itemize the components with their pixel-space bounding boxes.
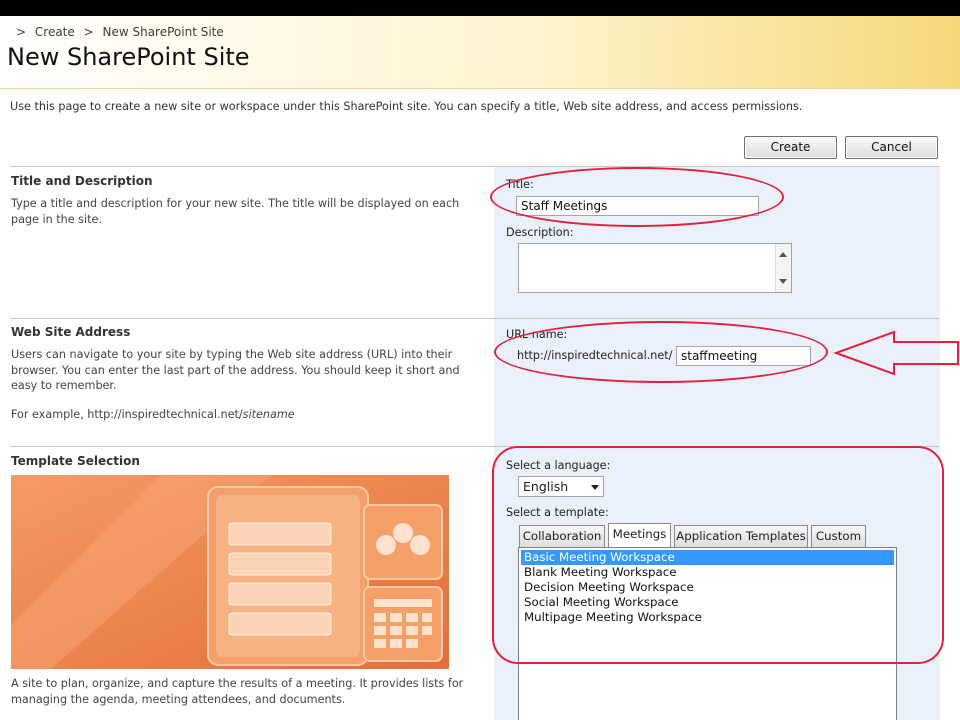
description-textarea[interactable] [518, 243, 792, 293]
list-item[interactable]: Multipage Meeting Workspace [521, 610, 894, 625]
page-intro: Use this page to create a new site or wo… [10, 100, 803, 113]
url-name-label: URL name: [506, 328, 568, 341]
language-select[interactable]: English [518, 476, 604, 497]
breadcrumb-separator: > [16, 25, 27, 39]
section-divider [10, 166, 940, 167]
annotation-arrow-icon [833, 330, 959, 376]
scroll-down-icon[interactable] [779, 279, 787, 284]
breadcrumb-create-link[interactable]: Create [35, 25, 75, 39]
breadcrumb-separator: > [83, 25, 94, 39]
tab-application-templates[interactable]: Application Templates [674, 525, 808, 547]
list-item[interactable]: Basic Meeting Workspace [521, 550, 894, 565]
cancel-button[interactable]: Cancel [845, 136, 938, 159]
list-item[interactable]: Decision Meeting Workspace [521, 580, 894, 595]
title-section-heading: Title and Description [11, 174, 153, 188]
tab-collaboration[interactable]: Collaboration [519, 525, 605, 547]
address-example-sitename: sitename [242, 408, 295, 421]
breadcrumb: > Create > New SharePoint Site [16, 25, 229, 39]
section-divider [10, 446, 940, 447]
title-section-description: Type a title and description for your ne… [11, 197, 460, 226]
language-value: English [523, 479, 569, 494]
language-label: Select a language: [506, 459, 611, 472]
tab-custom[interactable]: Custom [811, 525, 866, 547]
template-section-heading: Template Selection [11, 454, 140, 468]
url-prefix: http://inspiredtechnical.net/ [517, 349, 673, 362]
description-scrollbar[interactable] [775, 244, 791, 292]
title-label: Title: [506, 178, 534, 191]
address-section-heading: Web Site Address [11, 325, 131, 339]
template-preview-image [11, 475, 449, 669]
description-label: Description: [506, 226, 574, 239]
create-button[interactable]: Create [744, 136, 837, 159]
template-label: Select a template: [506, 506, 609, 519]
address-section-description: Users can navigate to your site by typin… [11, 348, 460, 392]
page-title: New SharePoint Site [7, 43, 250, 71]
list-item[interactable]: Blank Meeting Workspace [521, 565, 894, 580]
tab-meetings[interactable]: Meetings [608, 523, 671, 548]
scroll-up-icon[interactable] [779, 252, 787, 257]
template-listbox[interactable]: Basic Meeting Workspace Blank Meeting Wo… [518, 547, 897, 720]
page-header: > Create > New SharePoint Site New Share… [0, 16, 960, 89]
template-preview-illustration [11, 475, 449, 669]
address-example-prefix: For example, http://inspiredtechnical.ne… [11, 408, 243, 421]
breadcrumb-current: New SharePoint Site [102, 25, 224, 39]
title-input[interactable]: Staff Meetings [516, 196, 759, 216]
url-name-input[interactable]: staffmeeting [676, 346, 811, 366]
list-item[interactable]: Social Meeting Workspace [521, 595, 894, 610]
dropdown-arrow-icon[interactable] [591, 485, 599, 490]
top-black-band [0, 0, 960, 16]
address-example: For example, http://inspiredtechnical.ne… [11, 407, 295, 423]
section-divider [10, 318, 940, 319]
template-description: A site to plan, organize, and capture th… [11, 677, 464, 706]
